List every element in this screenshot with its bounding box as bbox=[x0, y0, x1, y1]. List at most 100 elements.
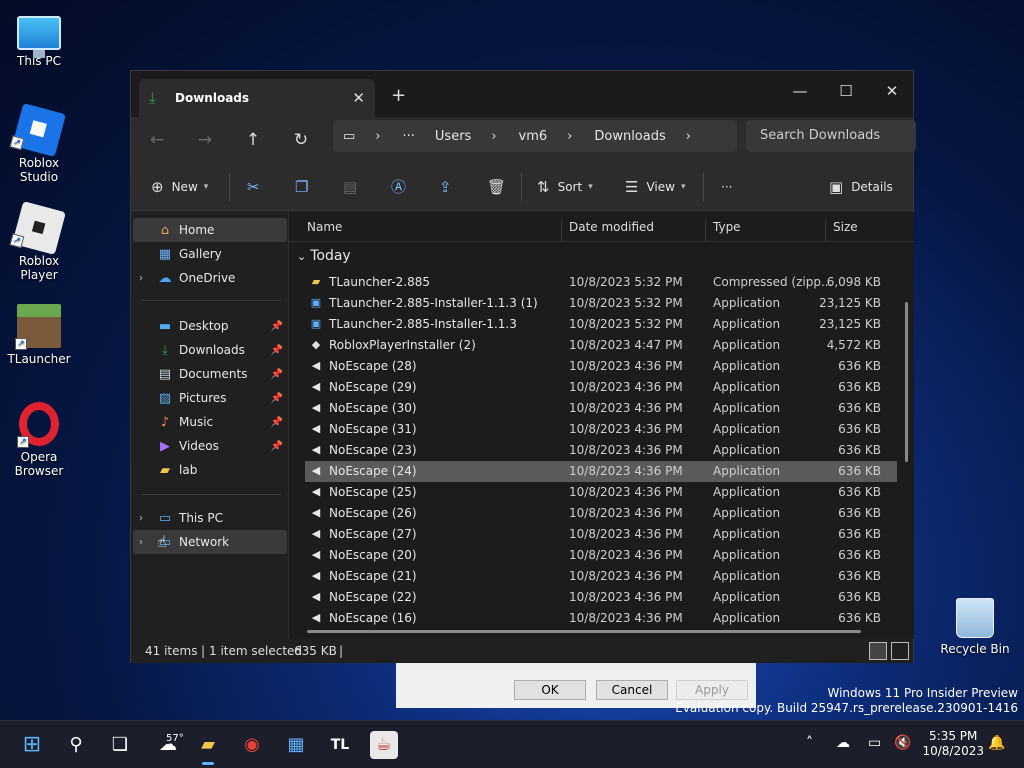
breadcrumb-downloads[interactable]: Downloads bbox=[594, 129, 665, 144]
forward-button[interactable]: → bbox=[191, 127, 219, 153]
file-row[interactable]: ▰ TLauncher-2.885 10/8/2023 5:32 PM Compres… bbox=[305, 272, 897, 293]
column-date-modified[interactable]: Date modified bbox=[569, 220, 654, 234]
file-row[interactable]: ◀ NoEscape (23) 10/8/2023 4:36 PM Applicati… bbox=[305, 440, 897, 461]
file-row[interactable]: ◀ NoEscape (20) 10/8/2023 4:36 PM Applicati… bbox=[305, 545, 897, 566]
file-row[interactable]: ◀ NoEscape (30) 10/8/2023 4:36 PM Applicati… bbox=[305, 398, 897, 419]
search-input[interactable]: Search Downloads bbox=[746, 120, 916, 152]
chrome-icon[interactable]: ◉ bbox=[238, 731, 266, 759]
sidebar-item-onedrive[interactable]: › ☁ OneDrive bbox=[133, 266, 287, 290]
details-view-toggle[interactable] bbox=[869, 642, 887, 660]
start-windows-icon[interactable]: ⊞ bbox=[18, 731, 46, 759]
chevron-right-icon[interactable]: › bbox=[139, 273, 143, 284]
file-explorer-taskbar-icon[interactable]: ▰ bbox=[194, 731, 222, 765]
cancel-button[interactable]: Cancel bbox=[596, 680, 668, 700]
breadcrumb-vm6[interactable]: vm6 bbox=[519, 129, 548, 144]
delete-button[interactable]: 🗑 bbox=[487, 175, 514, 199]
file-row[interactable]: ◀ NoEscape (22) 10/8/2023 4:36 PM Applicati… bbox=[305, 587, 897, 608]
tiles-view-toggle[interactable] bbox=[891, 642, 909, 660]
file-row[interactable]: ◀ NoEscape (24) 10/8/2023 4:36 PM Applicati… bbox=[305, 461, 897, 482]
minimize-button[interactable]: — bbox=[777, 77, 823, 105]
file-row[interactable]: ◀ NoEscape (27) 10/8/2023 4:36 PM Applicati… bbox=[305, 524, 897, 545]
column-name[interactable]: Name bbox=[307, 220, 342, 234]
store-icon[interactable]: ▦ bbox=[282, 731, 310, 759]
maximize-button[interactable]: ☐ bbox=[823, 77, 869, 105]
file-row[interactable]: ◀ NoEscape (28) 10/8/2023 4:36 PM Applicati… bbox=[305, 356, 897, 377]
sidebar-item-downloads[interactable]: ⤓ Downloads 📌 bbox=[133, 338, 287, 362]
chevron-right-icon[interactable]: › bbox=[139, 537, 143, 548]
sidebar-item-label: OneDrive bbox=[179, 271, 236, 285]
new-tab-button[interactable]: + bbox=[391, 85, 406, 106]
search-icon[interactable]: ⚲ bbox=[62, 731, 90, 759]
file-row[interactable]: ◀ NoEscape (25) 10/8/2023 4:36 PM Applicati… bbox=[305, 482, 897, 503]
close-window-button[interactable]: ✕ bbox=[869, 77, 915, 105]
breadcrumb-users[interactable]: Users bbox=[435, 129, 471, 144]
vertical-scrollbar[interactable] bbox=[905, 302, 908, 462]
tlauncher-taskbar-icon[interactable]: TL bbox=[326, 731, 354, 759]
sidebar-item-this-pc[interactable]: › ▭ This PC bbox=[133, 506, 287, 530]
desktop-icon-this-pc[interactable]: This PC bbox=[0, 10, 78, 68]
file-row[interactable]: ◀ NoEscape (31) 10/8/2023 4:36 PM Applicati… bbox=[305, 419, 897, 440]
file-date: 10/8/2023 4:36 PM bbox=[569, 422, 683, 436]
address-bar[interactable]: ▭ › ··· Users › vm6 › Downloads › bbox=[333, 120, 737, 152]
column-divider[interactable] bbox=[561, 220, 562, 242]
sort-button[interactable]: ⇅ Sort ▾ bbox=[537, 175, 593, 199]
file-row[interactable]: ◀ NoEscape (26) 10/8/2023 4:36 PM Applicati… bbox=[305, 503, 897, 524]
new-button[interactable]: ⊕ New ▾ bbox=[151, 175, 208, 199]
sidebar-item-pictures[interactable]: ▨ Pictures 📌 bbox=[133, 386, 287, 410]
view-button[interactable]: ☰ View ▾ bbox=[625, 175, 685, 199]
chevron-up-icon[interactable]: ˄ bbox=[806, 735, 813, 751]
desktop-icon-recycle-bin[interactable]: Recycle Bin bbox=[936, 598, 1014, 656]
up-button[interactable]: ↑ bbox=[239, 127, 267, 153]
desktop-icon-roblox-studio[interactable]: ↗ Roblox Studio bbox=[0, 103, 78, 184]
sidebar-item-videos[interactable]: ▶ Videos 📌 bbox=[133, 434, 287, 458]
desktop-icon-tlauncher[interactable]: ↗ TLauncher bbox=[0, 304, 78, 366]
file-size: 636 KB bbox=[838, 506, 881, 520]
file-row[interactable]: ◀ NoEscape (16) 10/8/2023 4:36 PM Applicati… bbox=[305, 608, 897, 629]
column-divider[interactable] bbox=[705, 220, 706, 242]
clock[interactable]: 5:35 PM 10/8/2023 bbox=[922, 729, 984, 759]
breadcrumb-more[interactable]: ··· bbox=[403, 129, 415, 144]
sidebar-item-documents[interactable]: ▤ Documents 📌 bbox=[133, 362, 287, 386]
share-button[interactable]: ⇪ bbox=[439, 175, 460, 199]
task-view-icon[interactable]: ❏ bbox=[106, 731, 134, 759]
volume-muted-icon[interactable]: 🔇 bbox=[894, 735, 911, 751]
paste-button[interactable]: ▤ bbox=[343, 175, 365, 199]
speaker-app-icon: ◀ bbox=[311, 359, 321, 372]
notification-bell-icon[interactable]: 🔔 bbox=[988, 735, 1005, 751]
navigation-bar: ← → ↑ ↻ ▭ › ··· Users › vm6 › Downloads … bbox=[131, 117, 916, 163]
sidebar-item-desktop[interactable]: ▬ Desktop 📌 bbox=[133, 314, 287, 338]
weather-widget[interactable]: ☁ 57° bbox=[148, 731, 188, 759]
column-size[interactable]: Size bbox=[833, 220, 858, 234]
file-row[interactable]: ▣ TLauncher-2.885-Installer-1.1.3 10/8/202… bbox=[305, 314, 897, 335]
speaker-app-icon: ◀ bbox=[311, 548, 321, 561]
onedrive-tray-icon[interactable]: ☁ bbox=[836, 735, 850, 751]
sidebar-item-music[interactable]: ♪ Music 📌 bbox=[133, 410, 287, 434]
see-more-button[interactable]: ··· bbox=[721, 175, 732, 199]
chevron-right-icon[interactable]: › bbox=[139, 513, 143, 524]
tab-downloads[interactable]: ⤓ Downloads ✕ bbox=[139, 79, 375, 117]
network-tray-icon[interactable]: ▭ bbox=[868, 735, 881, 751]
file-row[interactable]: ◀ NoEscape (29) 10/8/2023 4:36 PM Applicati… bbox=[305, 377, 897, 398]
sidebar-item-gallery[interactable]: ▦ Gallery bbox=[133, 242, 287, 266]
sidebar-item-home[interactable]: ⌂ Home bbox=[133, 218, 287, 242]
column-type[interactable]: Type bbox=[713, 220, 741, 234]
rename-button[interactable]: Ⓐ bbox=[391, 175, 414, 199]
close-tab-icon[interactable]: ✕ bbox=[352, 89, 365, 107]
details-pane-button[interactable]: ▣ Details bbox=[829, 175, 893, 199]
sidebar-item-lab[interactable]: ▰ lab bbox=[133, 458, 287, 482]
column-divider[interactable] bbox=[825, 220, 826, 242]
desktop-icon-roblox-player[interactable]: ↗ Roblox Player bbox=[0, 201, 78, 282]
refresh-button[interactable]: ↻ bbox=[287, 127, 315, 153]
copy-button[interactable]: ❐ bbox=[295, 175, 316, 199]
horizontal-scrollbar[interactable] bbox=[307, 630, 861, 633]
back-button[interactable]: ← bbox=[143, 127, 171, 153]
ok-button[interactable]: OK bbox=[514, 680, 586, 700]
apply-button[interactable]: Apply bbox=[676, 680, 748, 700]
group-header-today[interactable]: ⌄ Today bbox=[297, 248, 351, 264]
file-row[interactable]: ◀ NoEscape (21) 10/8/2023 4:36 PM Applicati… bbox=[305, 566, 897, 587]
file-row[interactable]: ◆ RobloxPlayerInstaller (2) 10/8/2023 4:47… bbox=[305, 335, 897, 356]
file-row[interactable]: ▣ TLauncher-2.885-Installer-1.1.3 (1) 10/8… bbox=[305, 293, 897, 314]
java-icon[interactable]: ☕ bbox=[370, 731, 398, 759]
cut-button[interactable]: ✂ bbox=[247, 175, 268, 199]
desktop-icon-opera[interactable]: ↗ Opera Browser bbox=[0, 402, 78, 478]
